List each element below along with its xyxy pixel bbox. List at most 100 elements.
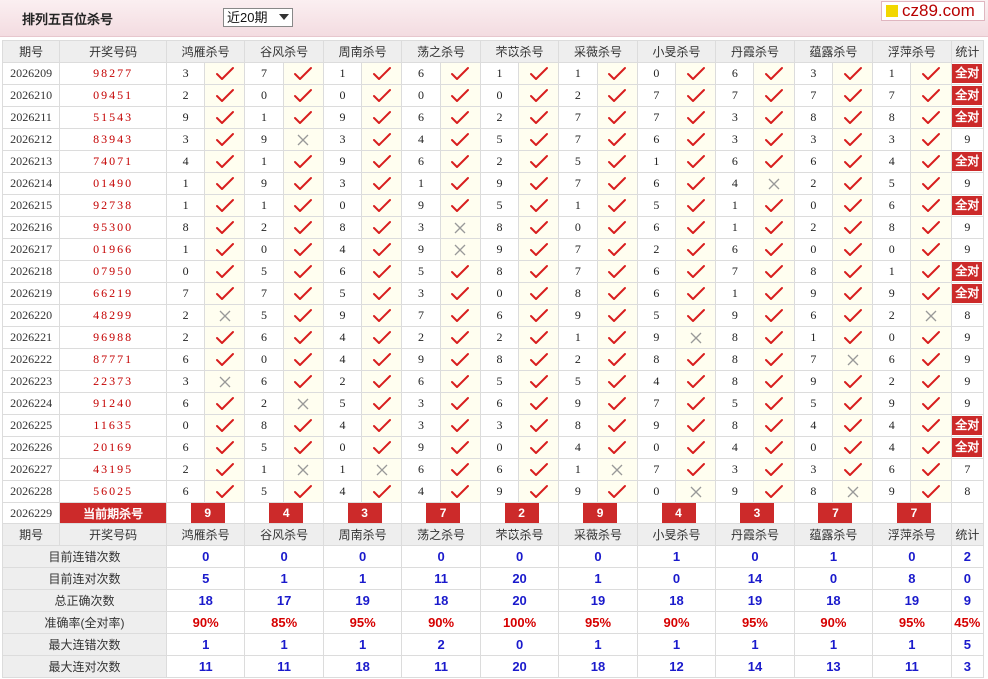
- kill-number: 8: [558, 282, 598, 305]
- current-kill-number: 2: [504, 503, 539, 523]
- kill-number: 5: [793, 392, 833, 415]
- check-icon: [843, 110, 862, 124]
- result-mark: [282, 238, 324, 261]
- kill-number: 0: [244, 238, 284, 261]
- result-mark: [282, 370, 324, 393]
- result-mark: [910, 458, 952, 481]
- check-icon: [765, 286, 784, 300]
- period-cell: 2026218: [1, 260, 61, 283]
- expert-header[interactable]: 浮萍杀号: [872, 40, 952, 63]
- kill-number: 6: [165, 480, 206, 503]
- kill-number: 5: [322, 282, 363, 305]
- cross-icon: [219, 310, 231, 322]
- expert-header[interactable]: 周南杀号: [322, 40, 403, 63]
- summary-value: 18: [636, 589, 717, 612]
- expert-header[interactable]: 谷风杀号: [244, 40, 324, 63]
- expert-header[interactable]: 鸿雁杀号: [165, 523, 246, 546]
- check-icon: [765, 110, 784, 124]
- period-range-select[interactable]: 近20期: [223, 8, 293, 27]
- result-mark: [518, 392, 560, 415]
- result-mark: [204, 62, 246, 85]
- kill-number: 6: [636, 282, 676, 305]
- result-mark: [831, 326, 874, 349]
- result-mark: [831, 106, 874, 129]
- result-mark: [910, 348, 952, 371]
- summary-value: 0: [165, 545, 246, 568]
- expert-header[interactable]: 芣苡杀号: [479, 40, 560, 63]
- expert-header[interactable]: 鸿雁杀号: [165, 40, 246, 63]
- logo-text: cz89.com: [902, 1, 975, 20]
- check-icon: [686, 462, 705, 476]
- expert-header[interactable]: 丹霞杀号: [715, 523, 795, 546]
- check-icon: [922, 396, 941, 410]
- kill-number: 2: [165, 458, 206, 481]
- result-mark: [910, 128, 952, 151]
- kill-number: 8: [715, 348, 755, 371]
- stat-cell: 9: [950, 326, 985, 349]
- expert-header[interactable]: 丹霞杀号: [715, 40, 795, 63]
- expert-header[interactable]: 小旻杀号: [636, 523, 717, 546]
- check-icon: [215, 418, 234, 432]
- check-icon: [215, 154, 234, 168]
- summary-label: 目前连对次数: [2, 567, 167, 590]
- result-mark: [674, 480, 717, 503]
- expert-header[interactable]: 采薇杀号: [558, 40, 638, 63]
- expert-header[interactable]: 芣苡杀号: [479, 523, 560, 546]
- top-bar: 排列五百位杀号 近20期: [0, 0, 988, 37]
- result-mark: [282, 458, 324, 481]
- current-kill-number: 7: [426, 503, 461, 523]
- expert-header[interactable]: 周南杀号: [322, 523, 403, 546]
- table-row: 2026227 43195 2 1 1 6 6 1 7 3 3 6 7: [1, 458, 985, 481]
- check-icon: [215, 462, 234, 476]
- kill-number: 9: [636, 414, 676, 437]
- result-mark: [831, 370, 874, 393]
- summary-value: 14: [715, 655, 795, 678]
- expert-header[interactable]: 小旻杀号: [636, 40, 717, 63]
- kill-number: 8: [558, 414, 598, 437]
- check-icon: [922, 264, 941, 278]
- check-icon: [215, 396, 234, 410]
- check-icon: [215, 330, 234, 344]
- site-logo[interactable]: cz89.com: [881, 1, 985, 21]
- kill-number: 2: [872, 304, 912, 327]
- expert-header[interactable]: 荡之杀号: [401, 523, 481, 546]
- expert-header[interactable]: 荡之杀号: [401, 40, 481, 63]
- table-row: 2026218 07950 0 5 6 5 8 7 6 7 8 1 全对: [1, 260, 985, 283]
- summary-value: 90%: [165, 611, 246, 634]
- kill-number: 7: [636, 84, 676, 107]
- cross-icon: [768, 178, 780, 190]
- expert-header[interactable]: 谷风杀号: [244, 523, 324, 546]
- check-icon: [294, 242, 313, 256]
- result-mark: [674, 128, 717, 151]
- expert-header[interactable]: 采薇杀号: [558, 523, 638, 546]
- result-mark: [596, 414, 638, 437]
- result-mark: [910, 172, 952, 195]
- result-mark: [674, 282, 717, 305]
- kill-number: 3: [793, 128, 833, 151]
- expert-header[interactable]: 浮萍杀号: [872, 523, 952, 546]
- result-mark: [596, 480, 638, 503]
- check-icon: [922, 110, 941, 124]
- summary-value: 18: [401, 589, 481, 612]
- kill-number: 1: [793, 326, 833, 349]
- summary-value: 17: [244, 589, 324, 612]
- result-mark: [596, 238, 638, 261]
- result-mark: [361, 458, 403, 481]
- kill-number: 7: [558, 260, 598, 283]
- period-cell: 2026226: [1, 436, 61, 459]
- kill-number: 2: [793, 172, 833, 195]
- check-icon: [529, 220, 548, 234]
- summary-row: 目前连对次数 5 1 1 11 20 1 0 14 0 8 0: [2, 567, 985, 590]
- result-mark: [518, 106, 560, 129]
- check-icon: [215, 286, 234, 300]
- kill-number: 1: [872, 260, 912, 283]
- check-icon: [922, 154, 941, 168]
- expert-header[interactable]: 蕴露杀号: [793, 523, 874, 546]
- current-kill-cell: 9: [558, 502, 638, 524]
- all-correct-badge: 全对: [952, 284, 983, 303]
- check-icon: [529, 484, 548, 498]
- kill-number: 3: [401, 414, 441, 437]
- expert-header[interactable]: 蕴露杀号: [793, 40, 874, 63]
- check-icon: [294, 308, 313, 322]
- check-icon: [529, 286, 548, 300]
